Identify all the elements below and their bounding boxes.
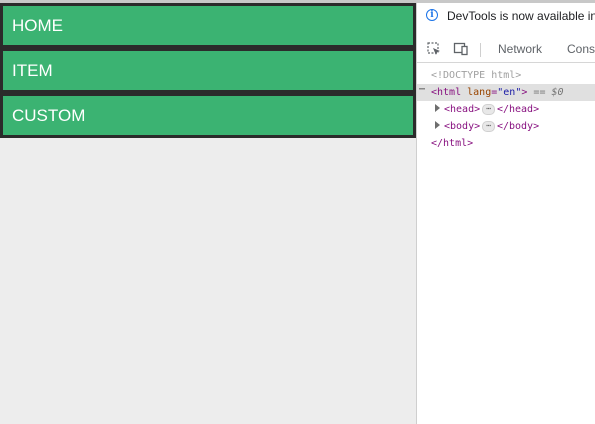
- row-menu-dots[interactable]: ⋯: [419, 81, 425, 98]
- tab-network[interactable]: Network: [498, 42, 542, 56]
- devtools-panel: i DevTools is now available in Network C…: [416, 3, 595, 424]
- devtools-infobar: i DevTools is now available in: [417, 3, 595, 31]
- expand-triangle-icon[interactable]: [435, 121, 440, 129]
- nav-list: HOME ITEM CUSTOM: [0, 3, 416, 138]
- body-close-tag: </body>: [496, 121, 540, 132]
- body-open-tag: <body>: [444, 121, 481, 132]
- collapsed-dots[interactable]: ⋯: [482, 103, 495, 115]
- html-close-bracket: >: [521, 87, 528, 98]
- doctype-node[interactable]: <!DOCTYPE html>: [417, 67, 595, 84]
- devtools-toolbar: Network Conso: [417, 36, 595, 63]
- nav-item-custom[interactable]: CUSTOM: [0, 93, 416, 138]
- inspect-element-icon[interactable]: [426, 41, 442, 57]
- html-open-tag: <html: [431, 87, 462, 98]
- page-viewport: HOME ITEM CUSTOM: [0, 3, 416, 424]
- head-node[interactable]: <head> ⋯ </head>: [417, 101, 595, 118]
- device-toolbar-icon[interactable]: [453, 41, 469, 57]
- tab-console[interactable]: Conso: [567, 42, 595, 56]
- elements-tree: <!DOCTYPE html> ⋯ <html lang="en"> == $0…: [417, 67, 595, 152]
- nav-item-home[interactable]: HOME: [0, 3, 416, 48]
- head-close-tag: </head>: [496, 104, 540, 115]
- collapsed-dots[interactable]: ⋯: [482, 120, 495, 132]
- html-node-selected[interactable]: ⋯ <html lang="en"> == $0: [417, 84, 595, 101]
- body-node[interactable]: <body> ⋯ </body>: [417, 118, 595, 135]
- expand-triangle-icon[interactable]: [435, 104, 440, 112]
- nav-item-item[interactable]: ITEM: [0, 48, 416, 93]
- selected-marker: == $0: [533, 87, 564, 98]
- info-icon: i: [426, 9, 438, 21]
- html-attr-value: "en": [497, 87, 522, 98]
- head-open-tag: <head>: [444, 104, 481, 115]
- html-close-node[interactable]: </html>: [417, 135, 595, 152]
- toolbar-separator: [480, 43, 481, 57]
- infobar-text: DevTools is now available in: [447, 9, 595, 23]
- html-attr-name: lang: [467, 87, 492, 98]
- html-close-tag: </html>: [431, 138, 474, 149]
